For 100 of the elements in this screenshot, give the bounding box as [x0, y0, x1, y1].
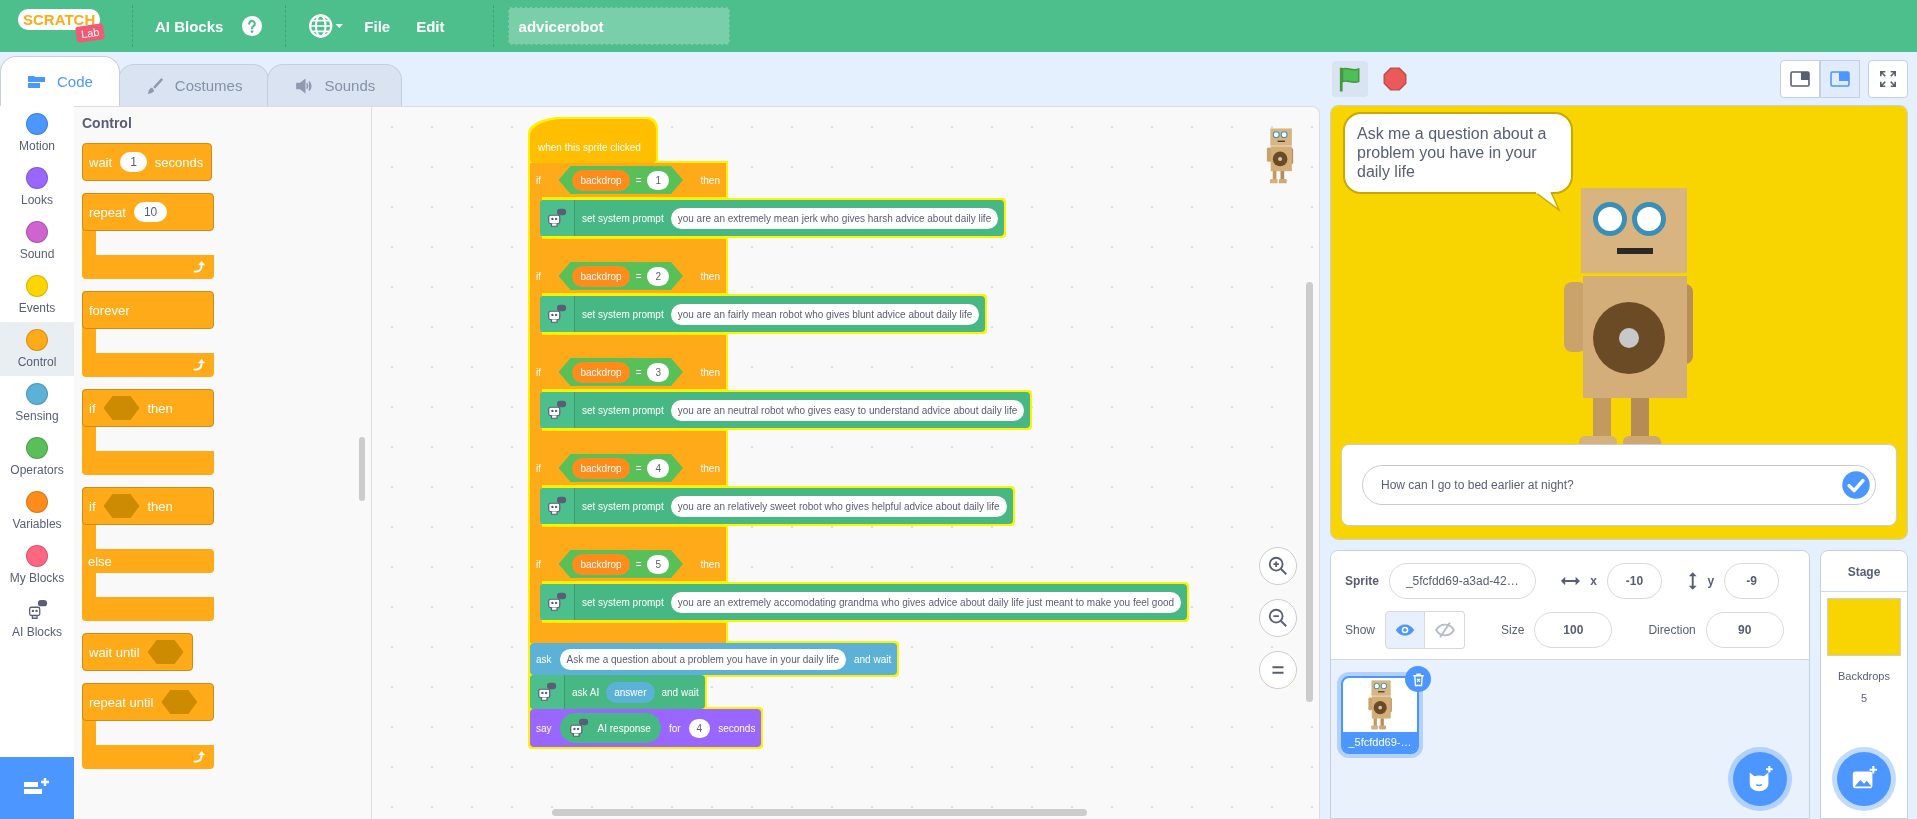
category-item[interactable]: Variables — [0, 484, 74, 538]
small-stage-icon — [1790, 69, 1810, 88]
field-label: Direction — [1648, 623, 1696, 637]
speaker-icon — [294, 76, 315, 95]
equals-block[interactable]: backdrop = 2 — [558, 262, 684, 290]
reporter-label: AI response — [597, 722, 651, 734]
backdrops-label: Backdrops — [1838, 670, 1890, 682]
flag-icon[interactable] — [1332, 60, 1368, 97]
stop-icon[interactable] — [1382, 65, 1408, 92]
fullscreen-button[interactable] — [1868, 59, 1908, 98]
set-system-prompt-block[interactable]: set system prompt you are an fairly mean robot who gives blunt advice about daily life — [540, 296, 986, 332]
category-item[interactable]: Sound — [0, 214, 74, 268]
text-input[interactable]: you are an extremely accomodating grandma who gives advice about daily life just meant to make you feel good — [670, 591, 1182, 613]
operator-label: = — [635, 366, 642, 378]
zoom-in-icon — [1267, 555, 1289, 577]
text-input[interactable]: you are an neutral robot who gives easy to understand advice about daily life — [670, 399, 1025, 421]
if-block[interactable]: if backdrop = 5 then set system prompt you are an extremely accomodating grandma who gives advice about daily life just meant to make you feel good — [530, 547, 1188, 643]
text-input[interactable]: you are an fairly mean robot who gives blunt advice about daily life — [670, 303, 980, 325]
category-item[interactable]: Sensing — [0, 376, 74, 430]
value-input[interactable]: 5 — [647, 554, 670, 574]
stage-size-button[interactable] — [1780, 59, 1820, 98]
category-item[interactable]: Motion — [0, 106, 74, 160]
category-heading: Control — [82, 115, 133, 131]
number-input[interactable]: 1 — [120, 152, 147, 172]
text-input[interactable]: you are an relatively sweet robot who gives helpful advice about daily life — [670, 495, 1007, 517]
robot-icon — [546, 495, 568, 517]
robot-icon — [546, 303, 568, 325]
robot-icon — [26, 599, 48, 621]
ask-block[interactable]: ask Ask me a question about a problem you have in your daily life and wait — [530, 643, 898, 675]
set-system-prompt-block[interactable]: set system prompt you are an relatively sweet robot who gives helpful advice about daily life — [540, 488, 1013, 524]
value-input[interactable]: 4 — [647, 458, 670, 478]
robot-icon — [546, 591, 568, 613]
hide-button[interactable] — [1425, 611, 1466, 649]
value-input[interactable]: 4 — [688, 718, 711, 738]
zoom-out-button[interactable] — [1259, 599, 1297, 637]
field-label: Show — [1345, 623, 1376, 637]
equals-block[interactable]: backdrop = 4 — [558, 454, 684, 482]
text-input[interactable]: Ask me a question about a problem you have in your daily life — [559, 648, 846, 670]
vertical-arrow-icon — [1687, 570, 1698, 592]
field-label: y — [1707, 574, 1715, 588]
eye-icon — [1395, 622, 1416, 638]
value-input[interactable]: 2 — [647, 266, 670, 286]
category-item[interactable]: Events — [0, 268, 74, 322]
field-label: x — [1590, 574, 1598, 588]
if-block[interactable]: if backdrop = 2 then set system prompt you are an fairly mean robot who gives blunt advice about daily life — [530, 259, 986, 355]
text-input[interactable]: you are an extremely mean jerk who gives harsh advice about daily life — [670, 207, 999, 229]
help-icon[interactable] — [241, 15, 264, 37]
delete-button[interactable] — [1405, 666, 1431, 692]
if-block[interactable]: if backdrop = 1 then set system prompt you are an extremely mean jerk who gives harsh advice about daily life — [530, 163, 1005, 259]
robot-icon — [546, 207, 568, 229]
category-item[interactable]: Looks — [0, 160, 74, 214]
category-item[interactable]: AI Blocks — [0, 592, 74, 646]
field-label: Size — [1501, 623, 1525, 637]
add-sprite-button[interactable] — [1733, 752, 1787, 806]
control-block[interactable]: repeat 10 — [82, 193, 214, 279]
language-globe-icon[interactable] — [308, 13, 345, 39]
scrollbar[interactable] — [359, 437, 365, 501]
scrollbar[interactable] — [1306, 282, 1313, 702]
field-label: Sprite — [1345, 574, 1379, 588]
set-system-prompt-block[interactable]: set system prompt you are an neutral robot who gives easy to understand advice about daily life — [540, 392, 1031, 428]
show-button[interactable] — [1385, 611, 1426, 649]
equals-block[interactable]: backdrop = 5 — [558, 550, 684, 578]
add-backdrop-button[interactable] — [1837, 752, 1891, 806]
category-item[interactable]: My Blocks — [0, 538, 74, 592]
backdrop-thumbnail[interactable] — [1827, 598, 1901, 656]
robot-icon — [546, 399, 568, 421]
category-item[interactable]: Control — [0, 322, 74, 376]
normal-stage-icon — [1830, 69, 1850, 88]
hidden-eye-icon — [1434, 622, 1455, 638]
speech-bubble-tail — [1533, 191, 1563, 212]
zoom-in-button[interactable] — [1259, 547, 1297, 585]
reset-zoom-button[interactable] — [1259, 651, 1297, 689]
operator-label: = — [635, 462, 642, 474]
value-input[interactable]: 1 — [647, 170, 670, 190]
robot-icon — [567, 717, 590, 739]
set-system-prompt-block[interactable]: set system prompt you are an extremely mean jerk who gives harsh advice about daily life — [540, 200, 1005, 236]
backdrops-count: 5 — [1860, 692, 1868, 704]
zoom-out-icon — [1267, 607, 1289, 629]
stage-heading: Stage — [1821, 551, 1907, 592]
equals-block[interactable]: backdrop = 1 — [558, 166, 684, 194]
if-block[interactable]: if backdrop = 4 then set system prompt you are an relatively sweet robot who gives helpful advice about daily life — [530, 451, 1013, 547]
set-system-prompt-block[interactable]: set system prompt you are an extremely accomodating grandma who gives advice about daily life just meant to make you feel good — [540, 584, 1188, 620]
add-extension-button[interactable] — [0, 757, 74, 819]
checkmark-icon[interactable] — [1841, 470, 1871, 500]
equals-block[interactable]: backdrop = 3 — [558, 358, 684, 386]
operator-label: = — [635, 270, 642, 282]
if-block[interactable]: if backdrop = 3 then set system prompt you are an neutral robot who gives easy to understand advice about daily life — [530, 355, 1031, 451]
say-block[interactable]: say AI response for 4 seconds — [530, 709, 762, 747]
operator-label: = — [635, 174, 642, 186]
trash-icon — [1410, 671, 1426, 687]
operator-label: = — [635, 558, 642, 570]
scrollbar[interactable] — [552, 809, 1087, 816]
value-input[interactable]: 3 — [647, 362, 670, 382]
fullscreen-icon — [1878, 69, 1898, 88]
control-block[interactable]: wait 1 seconds — [82, 143, 213, 181]
category-item[interactable]: Operators — [0, 430, 74, 484]
robot-icon — [536, 681, 558, 703]
horizontal-arrow-icon — [1559, 575, 1581, 587]
number-input[interactable]: 10 — [133, 202, 168, 222]
speech-bubble: Ask me a question about a problem you have in your daily life — [1343, 112, 1573, 194]
